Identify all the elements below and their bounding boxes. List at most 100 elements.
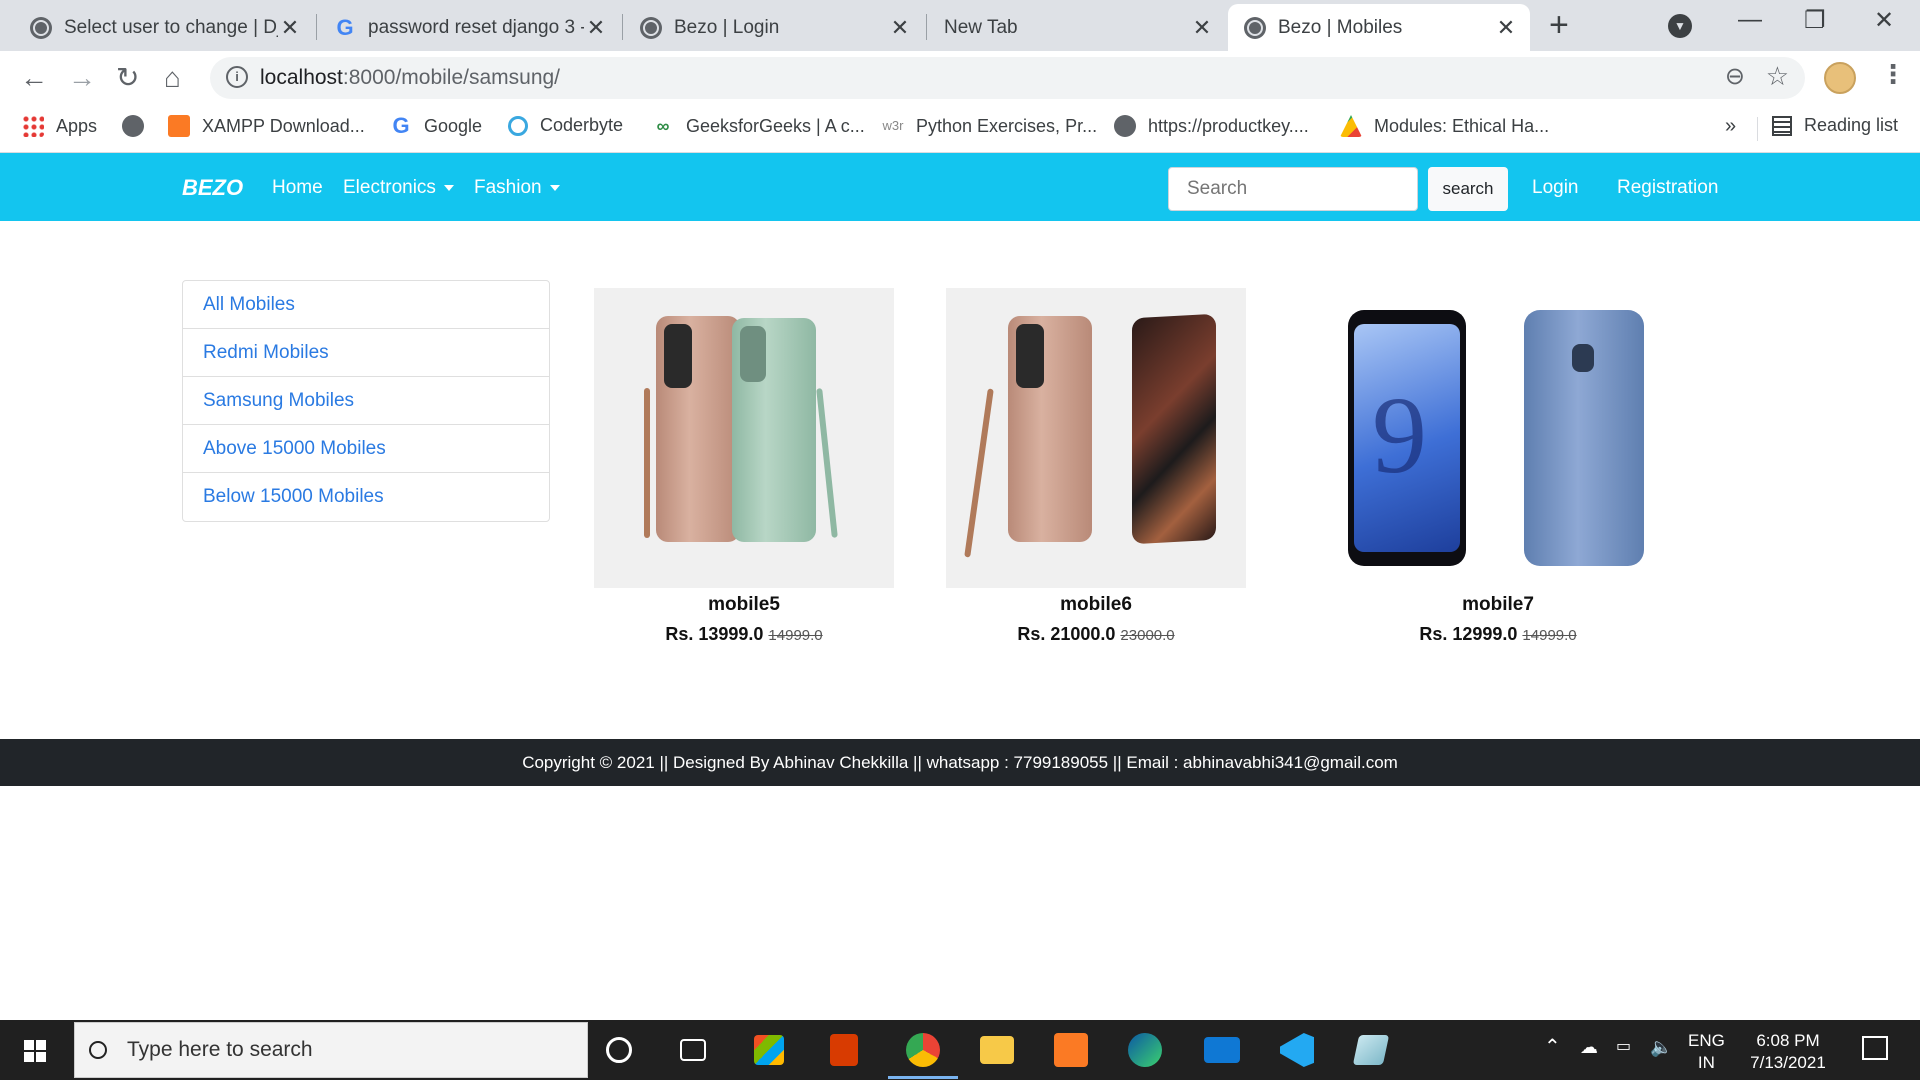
language-code: ENG bbox=[1688, 1031, 1725, 1050]
edge-icon[interactable] bbox=[1128, 1033, 1162, 1067]
product-image[interactable] bbox=[594, 288, 894, 588]
nav-registration[interactable]: Registration bbox=[1617, 177, 1718, 199]
search-input[interactable] bbox=[1168, 167, 1418, 211]
tab-search-chevron-icon[interactable]: ▼ bbox=[1668, 14, 1692, 38]
bookmark-globe[interactable] bbox=[122, 115, 156, 137]
back-arrow-icon[interactable]: ← bbox=[20, 60, 48, 96]
browser-tab-4[interactable]: Bezo | Mobiles ✕ bbox=[1228, 4, 1530, 51]
office-icon[interactable] bbox=[830, 1034, 858, 1066]
search-button[interactable]: search bbox=[1428, 167, 1508, 211]
forward-arrow-icon[interactable]: → bbox=[68, 60, 96, 96]
bookmark-modules[interactable]: Modules: Ethical Ha... bbox=[1340, 115, 1549, 137]
taskbar-search-placeholder: Type here to search bbox=[127, 1038, 313, 1061]
volume-icon[interactable]: 🔈 bbox=[1650, 1036, 1672, 1058]
product-image[interactable]: 9 bbox=[1348, 288, 1648, 588]
url-host: localhost bbox=[260, 66, 343, 89]
coderbyte-icon bbox=[508, 115, 528, 136]
product-image[interactable] bbox=[946, 288, 1246, 588]
region-code: IN bbox=[1697, 1053, 1715, 1072]
tab-title: Select user to change | Dja bbox=[64, 16, 278, 38]
original-price: 23000.0 bbox=[1120, 627, 1175, 644]
chrome-icon[interactable] bbox=[906, 1033, 940, 1067]
home-icon[interactable]: ⌂ bbox=[164, 60, 181, 96]
close-icon[interactable]: ✕ bbox=[278, 15, 302, 41]
bookmark-coderbyte[interactable]: Coderbyte bbox=[508, 115, 623, 136]
more-bookmarks-chevron-icon[interactable]: » bbox=[1725, 115, 1736, 138]
sidebar-item-samsung-mobiles[interactable]: Samsung Mobiles bbox=[183, 377, 549, 425]
taskbar-search-box[interactable]: Type here to search bbox=[74, 1022, 588, 1078]
site-info-icon[interactable]: i bbox=[226, 66, 248, 88]
xampp-icon[interactable] bbox=[1054, 1033, 1088, 1067]
apps-grid-icon bbox=[22, 115, 44, 137]
close-icon[interactable]: ✕ bbox=[1494, 15, 1518, 41]
google-icon: G bbox=[336, 14, 354, 40]
product-name[interactable]: mobile6 bbox=[946, 594, 1246, 616]
bookmark-productkey[interactable]: https://productkey.... bbox=[1114, 115, 1309, 137]
product-card[interactable]: 9 mobile7 Rs. 12999.0 14999.0 bbox=[1348, 288, 1648, 645]
vscode-icon[interactable] bbox=[1280, 1033, 1314, 1067]
sidebar-item-all-mobiles[interactable]: All Mobiles bbox=[183, 281, 549, 329]
window-close-icon[interactable]: ✕ bbox=[1874, 6, 1894, 35]
task-view-icon[interactable] bbox=[680, 1039, 706, 1061]
current-price: Rs. 12999.0 bbox=[1419, 624, 1518, 644]
bookmark-label: Modules: Ethical Ha... bbox=[1374, 115, 1550, 136]
nav-login[interactable]: Login bbox=[1532, 177, 1579, 199]
onedrive-cloud-icon[interactable]: ☁ bbox=[1580, 1036, 1598, 1058]
product-name[interactable]: mobile5 bbox=[594, 594, 894, 616]
sidebar-item-below-15000[interactable]: Below 15000 Mobiles bbox=[183, 473, 549, 521]
product-card[interactable]: mobile5 Rs. 13999.0 14999.0 bbox=[594, 288, 894, 645]
caret-down-icon bbox=[549, 184, 560, 191]
bookmark-apps[interactable]: Apps bbox=[22, 115, 97, 137]
sidebar-item-above-15000[interactable]: Above 15000 Mobiles bbox=[183, 425, 549, 473]
bookmark-geeksforgeeks[interactable]: ∞ GeeksforGeeks | A c... bbox=[652, 115, 865, 137]
bookmark-google[interactable]: G Google bbox=[390, 115, 482, 137]
battery-icon[interactable]: ▭ bbox=[1616, 1036, 1631, 1058]
browser-tab-3[interactable]: New Tab ✕ bbox=[928, 4, 1226, 51]
bookmark-label: Python Exercises, Pr... bbox=[916, 115, 1098, 136]
notifications-icon[interactable] bbox=[1862, 1036, 1888, 1060]
close-icon[interactable]: ✕ bbox=[888, 15, 912, 41]
address-bar[interactable]: i localhost:8000/mobile/samsung/ ⊖ ☆ bbox=[210, 57, 1805, 99]
nav-fashion-dropdown[interactable]: Fashion bbox=[474, 177, 560, 199]
profile-avatar[interactable] bbox=[1824, 62, 1856, 94]
minimize-icon[interactable]: — bbox=[1738, 6, 1762, 34]
zoom-icon[interactable]: ⊖ bbox=[1725, 62, 1745, 91]
notepad-icon[interactable] bbox=[1352, 1035, 1390, 1065]
reading-list[interactable]: Reading list bbox=[1772, 115, 1898, 136]
product-price: Rs. 21000.0 23000.0 bbox=[946, 624, 1246, 645]
url-path: :8000/mobile/samsung/ bbox=[342, 66, 561, 89]
nine-wallpaper-graphic: 9 bbox=[1372, 374, 1427, 496]
restore-icon[interactable]: ❐ bbox=[1804, 6, 1826, 35]
browser-tab-2[interactable]: Bezo | Login ✕ bbox=[624, 4, 924, 51]
language-indicator[interactable]: ENG IN bbox=[1688, 1030, 1725, 1074]
bookmark-xampp[interactable]: XAMPP Download... bbox=[168, 115, 365, 137]
kebab-menu-icon[interactable]: ⋮ bbox=[1880, 59, 1906, 90]
windows-start-icon[interactable] bbox=[24, 1040, 46, 1062]
new-tab-plus-icon[interactable]: + bbox=[1549, 8, 1569, 42]
globe-icon bbox=[1244, 16, 1266, 39]
sidebar-item-redmi-mobiles[interactable]: Redmi Mobiles bbox=[183, 329, 549, 377]
nav-fashion-label: Fashion bbox=[474, 177, 542, 198]
mail-icon[interactable] bbox=[1204, 1037, 1240, 1063]
product-name[interactable]: mobile7 bbox=[1348, 594, 1648, 616]
bookmark-label: GeeksforGeeks | A c... bbox=[686, 115, 865, 136]
browser-tab-1[interactable]: G password reset django 3 - ✕ bbox=[318, 4, 620, 51]
product-card[interactable]: mobile6 Rs. 21000.0 23000.0 bbox=[946, 288, 1246, 645]
brand-logo[interactable]: BEZO bbox=[182, 175, 243, 201]
bookmark-star-icon[interactable]: ☆ bbox=[1766, 61, 1789, 92]
browser-tab-0[interactable]: Select user to change | Dja ✕ bbox=[14, 4, 314, 51]
clock[interactable]: 6:08 PM 7/13/2021 bbox=[1742, 1030, 1834, 1074]
close-icon[interactable]: ✕ bbox=[584, 15, 608, 41]
microsoft-store-icon[interactable] bbox=[754, 1035, 784, 1065]
close-icon[interactable]: ✕ bbox=[1190, 15, 1214, 41]
tray-chevron-up-icon[interactable]: ⌃ bbox=[1544, 1036, 1561, 1058]
drive-icon bbox=[1340, 115, 1362, 137]
nav-electronics-dropdown[interactable]: Electronics bbox=[343, 177, 454, 199]
site-navbar: BEZO Home Electronics Fashion search Log… bbox=[0, 153, 1920, 221]
file-explorer-icon[interactable] bbox=[980, 1036, 1014, 1064]
bookmark-w3schools[interactable]: w3r Python Exercises, Pr... bbox=[882, 115, 1098, 137]
reload-icon[interactable]: ↻ bbox=[116, 60, 139, 96]
cortana-icon[interactable] bbox=[606, 1037, 632, 1063]
bookmark-label: XAMPP Download... bbox=[202, 115, 365, 136]
nav-home[interactable]: Home bbox=[272, 177, 323, 199]
